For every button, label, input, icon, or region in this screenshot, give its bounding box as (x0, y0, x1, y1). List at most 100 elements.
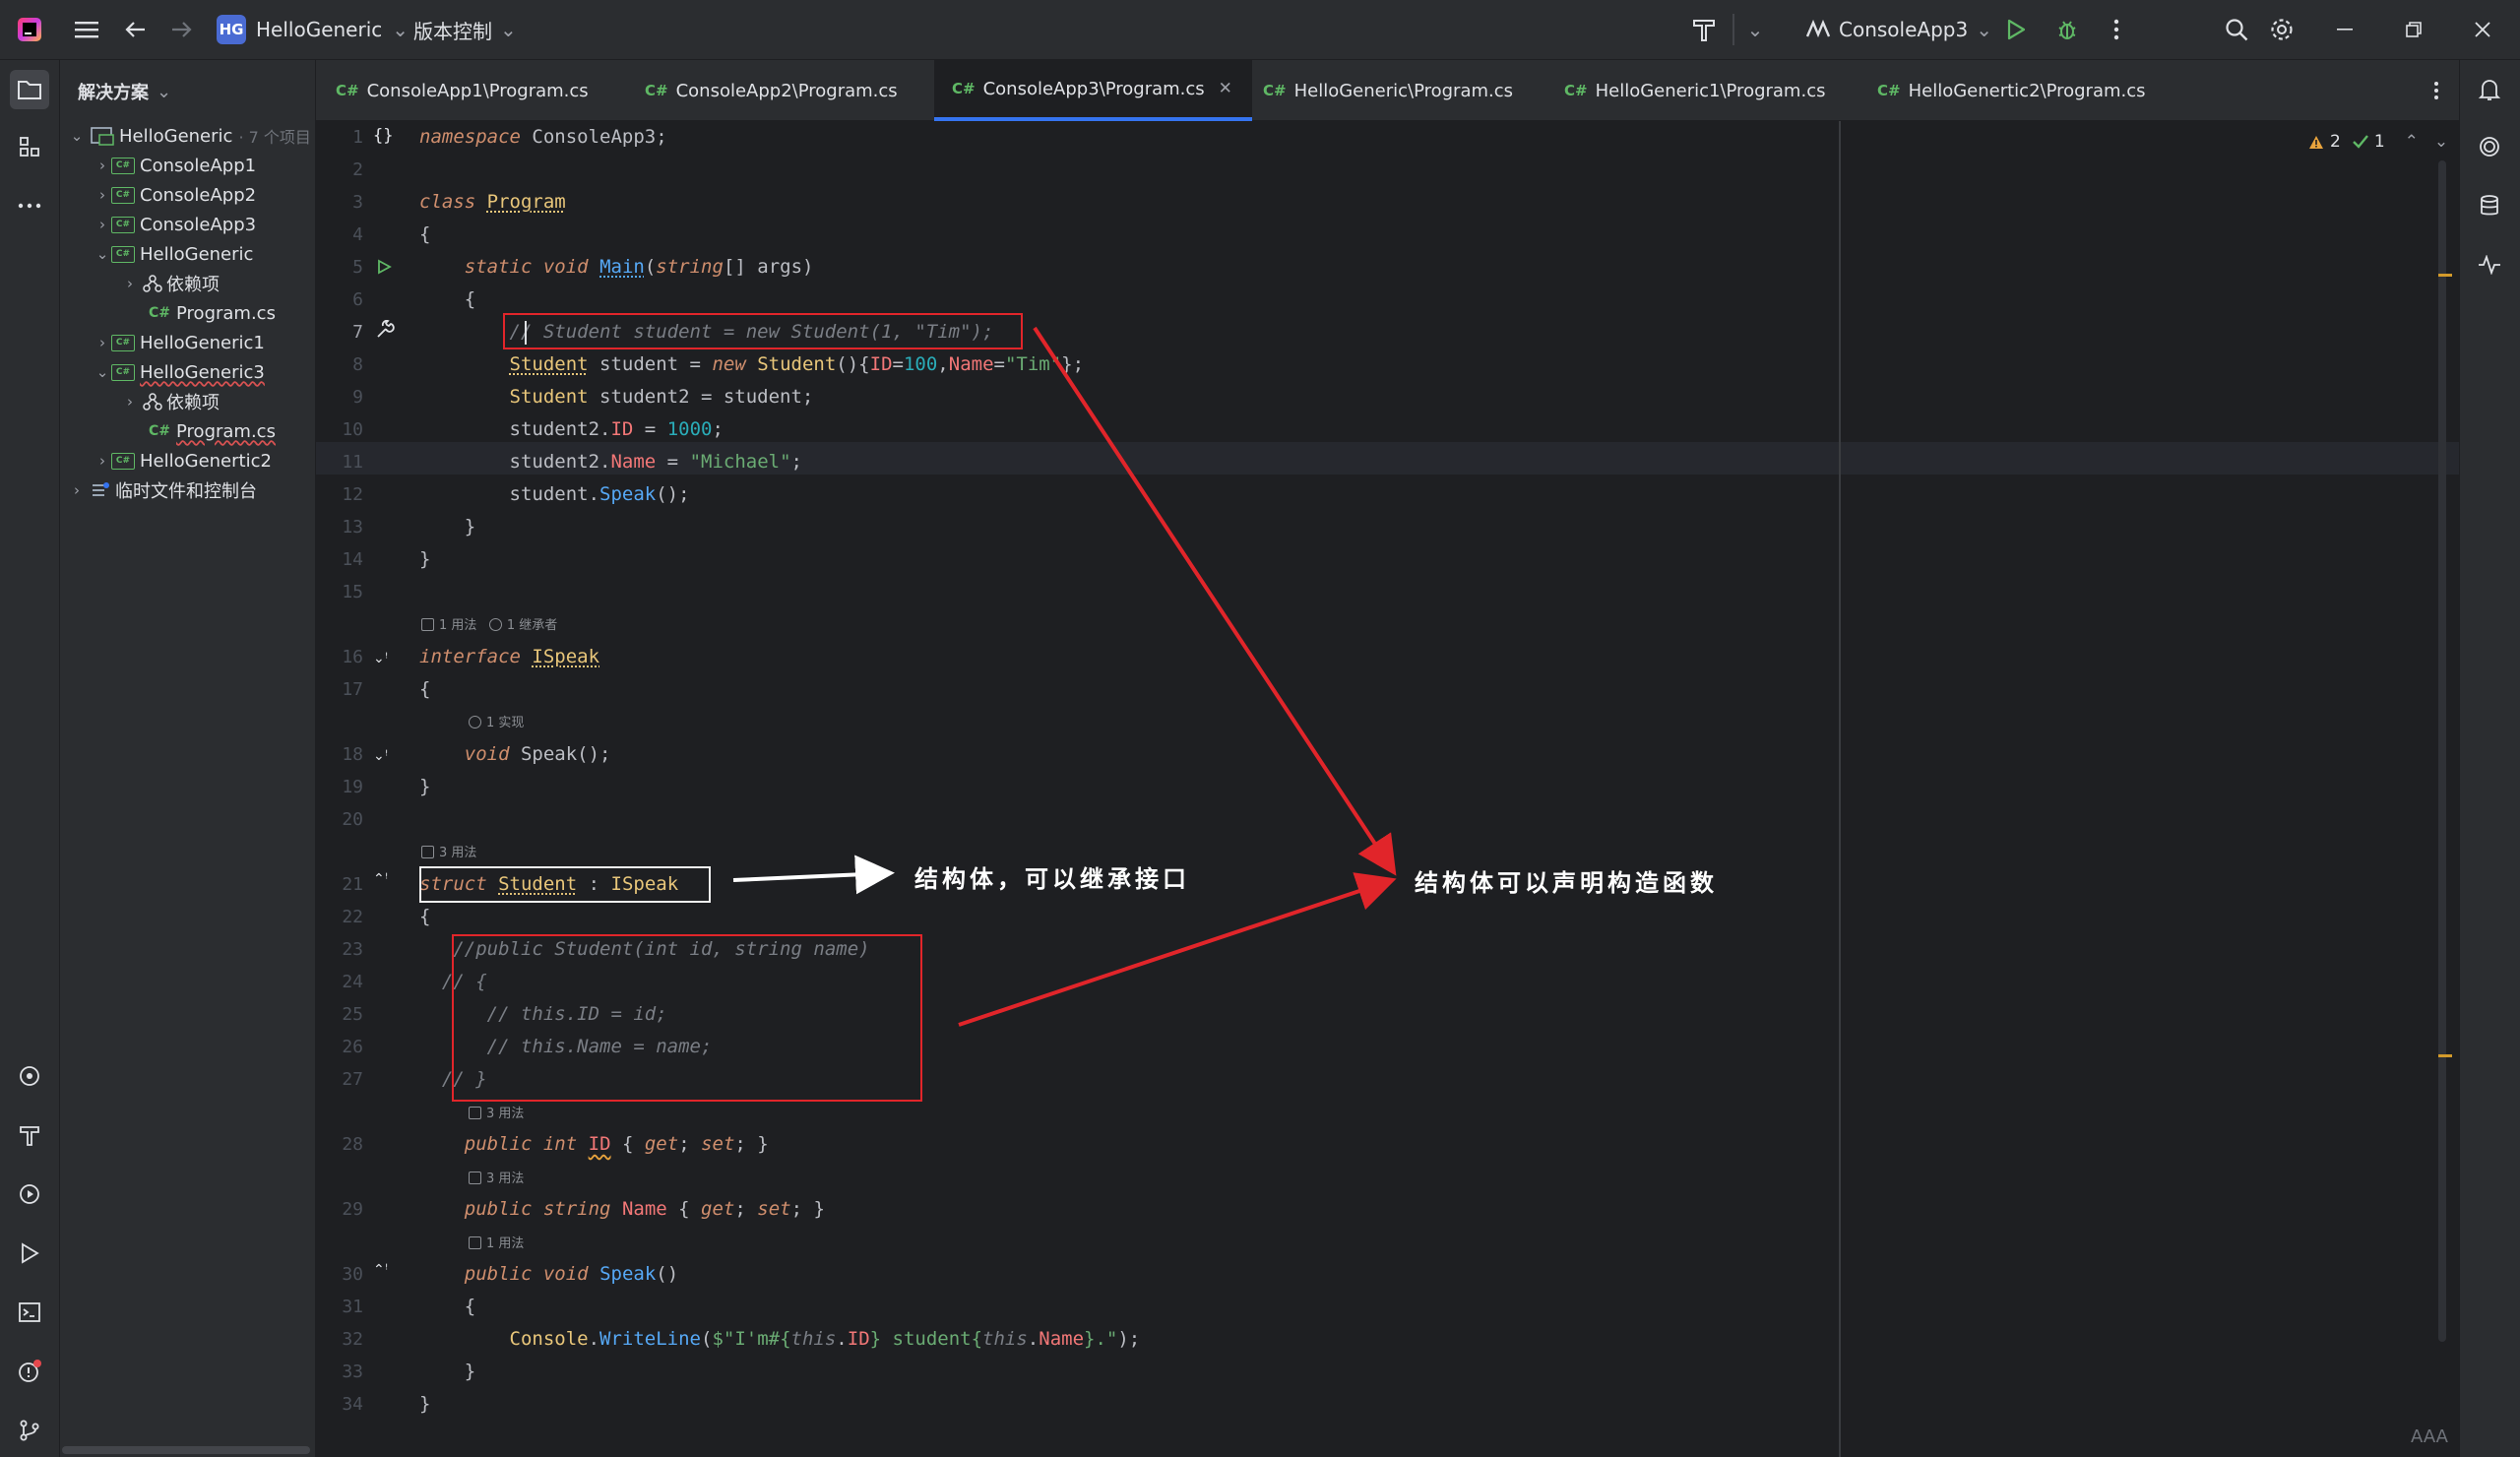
csharp-file-icon: C# (149, 423, 171, 439)
csharp-file-icon: C# (149, 305, 171, 321)
more-tools-icon[interactable] (10, 186, 49, 225)
dependencies-icon (143, 393, 162, 411)
reader-mode-label[interactable]: AAA (2411, 1426, 2448, 1447)
tab-more-vertical-icon[interactable] (2423, 76, 2450, 105)
profiler-pulse-icon[interactable] (2470, 245, 2509, 285)
tab-hellogeneric1-program[interactable]: C# HelloGeneric1\Program.cs (1564, 60, 1825, 121)
tree-item-consoleapp2[interactable]: › C# ConsoleApp2 (94, 180, 256, 210)
tree-item-hellogeneric1[interactable]: › C# HelloGeneric1 (94, 328, 265, 357)
git-branch-icon[interactable] (10, 1411, 49, 1450)
tab-consoleapp2-program[interactable]: C# ConsoleApp2\Program.cs (645, 60, 898, 121)
problems-icon[interactable] (10, 1352, 49, 1391)
explorer-hscrollbar[interactable] (62, 1446, 310, 1454)
restore-icon[interactable] (2398, 14, 2429, 45)
tree-item-dependencies[interactable]: › 依赖项 (121, 269, 220, 298)
solution-explorer-panel: 解决方案 ⌄ ⌄ HelloGeneric · 7 个项目 › C# Conso… (60, 60, 316, 1457)
run-config-selector[interactable]: ConsoleApp3 ⌄ (1805, 14, 1992, 45)
chevron-down-icon: ⌄ (1976, 18, 1992, 41)
red-arrow (1033, 326, 1397, 876)
settings-gear-icon[interactable] (2266, 14, 2298, 45)
chevron-right-icon[interactable]: › (68, 481, 86, 499)
run-config-label: ConsoleApp3 (1839, 18, 1969, 41)
chevron-right-icon[interactable]: › (94, 334, 111, 351)
tab-hellogenertic2-program[interactable]: C# HelloGenertic2\Program.cs (1877, 60, 2146, 121)
csharp-project-icon: C# (111, 334, 135, 351)
tree-item-dependencies[interactable]: › 依赖项 (121, 387, 220, 416)
structure-icon[interactable] (10, 127, 49, 166)
tree-root[interactable]: ⌄ HelloGeneric · 7 个项目 (68, 121, 311, 151)
close-tab-icon[interactable]: ✕ (1219, 79, 1232, 98)
tree-item-label: 依赖项 (166, 393, 220, 413)
tree-item-hellogenertic2[interactable]: › C# HelloGenertic2 (94, 446, 272, 475)
chevron-down-icon[interactable]: ⌄ (94, 363, 111, 381)
scratch-files-icon (93, 482, 109, 496)
tab-label: ConsoleApp1\Program.cs (366, 80, 589, 101)
chevron-right-icon[interactable]: › (121, 275, 139, 292)
build-hammer-icon[interactable] (1687, 14, 1721, 45)
tree-item-label: HelloGenertic2 (140, 450, 272, 472)
chevron-right-icon[interactable]: › (94, 216, 111, 233)
database-icon[interactable] (2470, 186, 2509, 225)
tree-item-consoleapp1[interactable]: › C# ConsoleApp1 (94, 151, 256, 180)
chevron-down-icon[interactable]: ⌄ (94, 245, 111, 263)
search-icon[interactable] (2221, 14, 2252, 45)
vcs-menu[interactable]: 版本控制 ⌄ (413, 14, 517, 45)
tab-hellogeneric-program[interactable]: C# HelloGeneric\Program.cs (1263, 60, 1513, 121)
services-icon[interactable] (10, 1056, 49, 1096)
forward-arrow-icon[interactable] (165, 14, 197, 45)
main-menu-icon[interactable] (71, 14, 102, 45)
minimize-icon[interactable] (2329, 14, 2361, 45)
tree-item-program-cs[interactable]: C# Program.cs (149, 416, 276, 446)
project-name: HelloGeneric (256, 18, 383, 41)
tree-item-label: Program.cs (176, 420, 276, 442)
chevron-right-icon[interactable]: › (94, 157, 111, 174)
csharp-project-icon: C# (111, 186, 135, 204)
debug-bug-icon[interactable] (2051, 14, 2083, 45)
back-arrow-icon[interactable] (120, 14, 152, 45)
run-icon[interactable] (2000, 14, 2032, 45)
tree-item-hellogeneric[interactable]: ⌄ C# HelloGeneric (94, 239, 254, 269)
ide-window: HG HelloGeneric ⌄ 版本控制 ⌄ ⌄ ConsoleApp3 ⌄ (0, 0, 2520, 1457)
solution-icon (91, 127, 114, 146)
csharp-file-icon: C# (1564, 82, 1588, 99)
tree-item-label: HelloGeneric1 (140, 332, 265, 353)
toolbar-divider (1732, 14, 1734, 45)
tree-item-label: ConsoleApp3 (140, 214, 257, 235)
annotation-note: 结构体，可以继承接口 (914, 864, 1190, 893)
more-vertical-icon[interactable] (2103, 14, 2130, 45)
explorer-header[interactable]: 解决方案 ⌄ (78, 78, 171, 105)
tab-consoleapp3-program[interactable]: C# ConsoleApp3\Program.cs ✕ (934, 60, 1252, 121)
terminal-icon[interactable] (10, 1293, 49, 1332)
tree-item-consoleapp3[interactable]: › C# ConsoleApp3 (94, 210, 256, 239)
tree-item-label: Program.cs (176, 302, 276, 324)
tree-item-scratches[interactable]: › 临时文件和控制台 (68, 475, 257, 505)
chevron-down-icon[interactable]: ⌄ (1742, 14, 1768, 45)
tree-root-meta: · 7 个项目 (238, 128, 311, 147)
run-services-icon[interactable] (10, 1174, 49, 1214)
tree-item-label: ConsoleApp1 (140, 155, 257, 176)
tab-label: ConsoleApp2\Program.cs (675, 80, 898, 101)
tab-consoleapp1-program[interactable]: C# ConsoleApp1\Program.cs (336, 60, 589, 121)
close-window-icon[interactable] (2467, 14, 2498, 45)
left-tool-strip (0, 60, 60, 1457)
build-hammer-icon[interactable] (10, 1115, 49, 1155)
csharp-project-icon: C# (111, 216, 135, 233)
solution-explorer-folder-icon[interactable] (10, 70, 49, 109)
code-editor[interactable]: 2 1 ⌃ ⌄ 1 2 3 4 5 6 7 8 9 10 11 12 13 14 15 16 17 18 19 20 2… (316, 121, 2459, 1457)
chevron-right-icon[interactable]: › (94, 186, 111, 204)
run-icon[interactable] (10, 1234, 49, 1273)
tab-label: HelloGenertic2\Program.cs (1908, 80, 2146, 101)
csharp-project-icon: C# (111, 157, 135, 174)
chevron-right-icon[interactable]: › (94, 452, 111, 470)
ai-assistant-icon[interactable] (2470, 127, 2509, 166)
chevron-down-icon[interactable]: ⌄ (68, 127, 86, 145)
csharp-file-icon: C# (336, 82, 359, 99)
notifications-bell-icon[interactable] (2470, 70, 2509, 109)
tree-item-hellogeneric3[interactable]: ⌄ C# HelloGeneric3 (94, 357, 265, 387)
white-arrow (732, 855, 895, 895)
chevron-right-icon[interactable]: › (121, 393, 139, 411)
project-switcher[interactable]: HG HelloGeneric ⌄ (217, 14, 409, 45)
tree-item-program-cs[interactable]: C# Program.cs (149, 298, 276, 328)
tree-item-label: 临时文件和控制台 (115, 481, 257, 502)
tree-item-label: HelloGeneric (140, 243, 254, 265)
